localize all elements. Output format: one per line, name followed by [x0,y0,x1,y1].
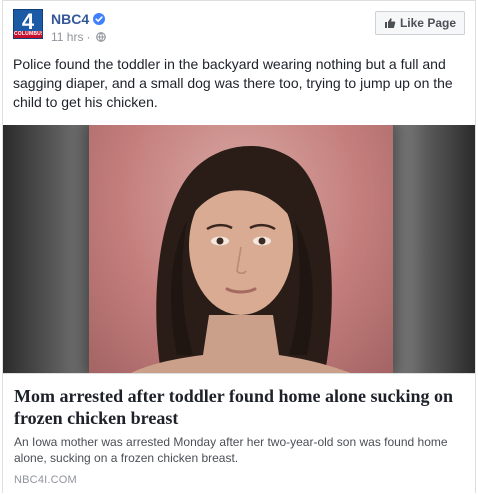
like-page-button[interactable]: Like Page [374,11,465,35]
image-right-panel [393,125,475,373]
post-timestamp[interactable]: 11 hrs [51,30,83,44]
portrait-illustration [131,145,351,373]
logo-subtitle: COLUMBUS [14,31,43,38]
post-meta: 11 hrs · [51,30,107,44]
post-header: 4 COLUMBUS NBC4 11 hrs · Like Page [13,9,465,45]
link-headline[interactable]: Mom arrested after toddler found home al… [14,385,464,429]
thumbs-up-icon [384,18,396,28]
link-domain: NBC4I.COM [14,474,77,486]
verified-badge-icon [93,13,106,25]
meta-separator: · [86,30,91,44]
page-avatar[interactable]: 4 COLUMBUS [13,9,43,39]
like-page-label: Like Page [399,16,456,30]
mugshot-photo [89,125,393,373]
facebook-post: 4 COLUMBUS NBC4 11 hrs · Like Page Polic… [2,0,476,493]
post-message: Police found the toddler in the backyard… [13,56,453,110]
link-image[interactable] [3,125,475,373]
page-name-link[interactable]: NBC4 [51,11,106,27]
image-left-panel [3,125,99,373]
link-preview[interactable]: Mom arrested after toddler found home al… [3,373,475,493]
link-description: An Iowa mother was arrested Monday after… [14,435,448,465]
globe-icon[interactable] [96,32,107,42]
page-name[interactable]: NBC4 [51,11,89,27]
